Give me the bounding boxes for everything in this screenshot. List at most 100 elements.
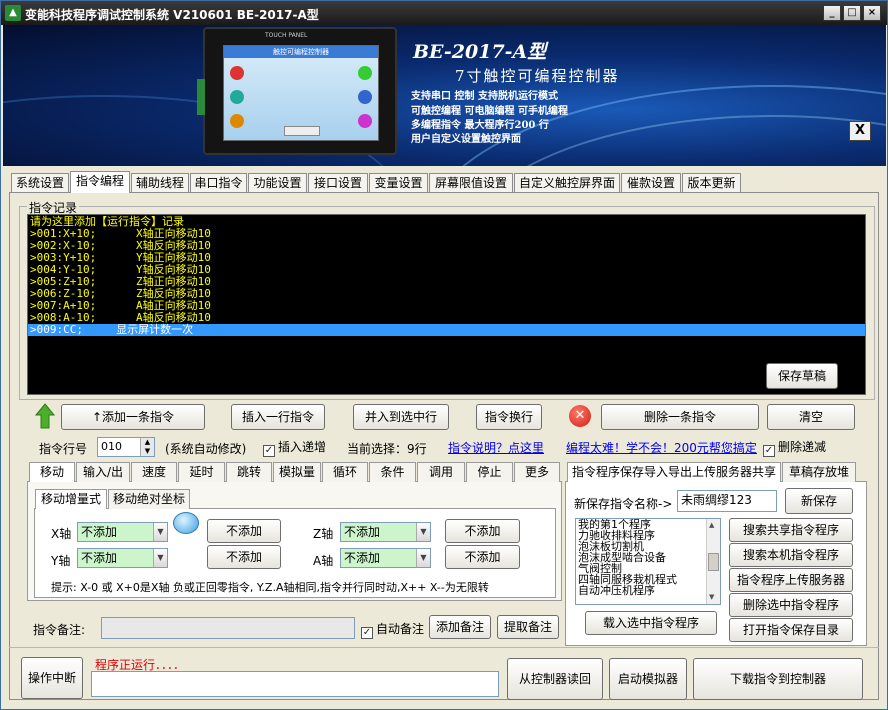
scroll-thumb[interactable]	[708, 553, 719, 571]
record-line-selected[interactable]: >009:CC; 显示屏计数一次	[28, 324, 865, 336]
z-axis-combo[interactable]: 不添加 ▼	[340, 522, 431, 542]
instruction-record-list[interactable]: 请为这里添加【运行指令】记录 >001:X+10; X轴正向移动10 >002:…	[27, 214, 866, 395]
tab-interface-settings[interactable]: 接口设置	[308, 173, 368, 193]
row-number-spinner[interactable]: 010 ▲ ▼	[97, 437, 155, 457]
z-axis-label: Z轴	[313, 527, 334, 541]
saved-program-list[interactable]: 我的第1个程序 力驰收排料程序 泡沫板切割机 泡沫成型啮合设备 气阀控制 四轴同…	[575, 518, 721, 605]
z-axis-button[interactable]: 不添加	[445, 519, 520, 543]
new-save-name-input[interactable]: 未雨绸缪123	[677, 490, 777, 512]
app-icon: ▲	[5, 5, 21, 21]
checkbox-checked-icon: ✓	[263, 445, 275, 457]
tab-program-save-share[interactable]: 指令程序保存导入导出上传服务器共享	[567, 462, 781, 482]
device-button-icon	[358, 66, 372, 80]
tab-payment-settings[interactable]: 催款设置	[621, 173, 681, 193]
cmd-tab-loop[interactable]: 循环	[322, 462, 368, 482]
wrap-instruction-button[interactable]: 指令换行	[476, 404, 542, 430]
device-button-icon	[358, 114, 372, 128]
x-axis-button[interactable]: 不添加	[207, 519, 281, 543]
scroll-up-icon[interactable]: ▲	[709, 521, 714, 529]
note-input[interactable]	[101, 617, 355, 639]
insert-line-button[interactable]: 插入一行指令	[231, 404, 325, 430]
subtab-absolute-move[interactable]: 移动绝对坐标	[108, 489, 190, 509]
clear-button[interactable]: 清空	[767, 404, 855, 430]
x-axis-combo[interactable]: 不添加 ▼	[77, 522, 168, 542]
interrupt-button[interactable]: 操作中断	[21, 657, 83, 699]
move-hint: 提示: X-0 或 X+0是X轴 负或正回零指令, Y.Z.A轴相同,指令并行同…	[51, 581, 489, 594]
tab-screen-limit-settings[interactable]: 屏幕限值设置	[429, 173, 513, 193]
start-simulator-button[interactable]: 启动模拟器	[609, 658, 687, 700]
add-instruction-button[interactable]: ↑添加一条指令	[61, 404, 205, 430]
list-item[interactable]: 自动冲压机程序	[576, 585, 720, 596]
add-instruction-label: 添加一条指令	[102, 410, 175, 424]
delete-decrement-checkbox[interactable]: ✓ 删除递减	[763, 440, 826, 457]
cmd-tab-io[interactable]: 输入/出	[76, 462, 130, 482]
merge-selected-button[interactable]: 并入到选中行	[353, 404, 449, 430]
tab-version-update[interactable]: 版本更新	[682, 173, 741, 193]
delete-selected-program-button[interactable]: 删除选中指令程序	[729, 593, 853, 617]
read-from-controller-button[interactable]: 从控制器读回	[507, 658, 603, 700]
maximize-button[interactable]: □	[843, 5, 861, 21]
cmd-tab-stop[interactable]: 停止	[466, 462, 513, 482]
cmd-tab-move[interactable]: 移动	[29, 462, 75, 482]
tab-serial-commands[interactable]: 串口指令	[190, 173, 247, 193]
download-to-controller-button[interactable]: 下载指令到控制器	[693, 658, 863, 700]
banner-close-button[interactable]: X	[849, 121, 871, 141]
dropdown-arrow-icon[interactable]: ▼	[153, 523, 167, 541]
tab-variable-settings[interactable]: 变量设置	[369, 173, 428, 193]
tab-instruction-programming[interactable]: 指令编程	[70, 171, 130, 193]
device-button-icon	[358, 90, 372, 104]
tab-draft-stack[interactable]: 草稿存放堆	[782, 462, 856, 482]
device-screen: 触控可编程控制器	[223, 45, 379, 141]
new-save-button[interactable]: 新保存	[785, 488, 853, 514]
dropdown-arrow-icon[interactable]: ▼	[153, 549, 167, 567]
save-draft-button[interactable]: 保存草稿	[766, 363, 838, 389]
banner-feature: 多编程指令 最大程序行200 行	[411, 120, 549, 131]
cmd-tab-condition[interactable]: 条件	[369, 462, 416, 482]
red-delete-icon: ✕	[569, 405, 591, 427]
auto-note-checkbox[interactable]: ✓ 自动备注	[361, 622, 424, 639]
cmd-tab-speed[interactable]: 速度	[131, 462, 177, 482]
z-axis-combo-value: 不添加	[344, 525, 381, 539]
a-axis-label: A轴	[313, 554, 334, 568]
cmd-tab-more[interactable]: 更多	[514, 462, 560, 482]
device-connector	[197, 79, 205, 115]
cmd-tab-call[interactable]: 调用	[417, 462, 465, 482]
instruction-help-link[interactable]: 指令说明？点这里	[448, 439, 544, 456]
paid-help-link[interactable]: 编程太难！学不会！200元帮您搞定	[566, 439, 757, 456]
y-axis-button[interactable]: 不添加	[207, 545, 281, 569]
banner-feature: 支持串口 控制 支持脱机运行模式	[411, 91, 558, 102]
extract-note-button[interactable]: 提取备注	[497, 615, 559, 639]
cmd-tab-delay[interactable]: 延时	[178, 462, 225, 482]
search-local-programs-button[interactable]: 搜索本机指令程序	[729, 543, 853, 567]
insert-increment-checkbox[interactable]: ✓ 插入递增	[263, 440, 326, 457]
dropdown-arrow-icon[interactable]: ▼	[416, 549, 430, 567]
note-label: 指令备注:	[33, 623, 86, 637]
dropdown-arrow-icon[interactable]: ▼	[416, 523, 430, 541]
close-window-button[interactable]: ×	[863, 5, 881, 21]
tab-aux-thread[interactable]: 辅助线程	[131, 173, 189, 193]
list-scrollbar[interactable]: ▲ ▼	[706, 519, 720, 604]
a-axis-combo[interactable]: 不添加 ▼	[340, 548, 431, 568]
cmd-tab-analog[interactable]: 模拟量	[273, 462, 321, 482]
subtab-incremental-move[interactable]: 移动增量式	[35, 489, 107, 509]
device-screen-title: 触控可编程控制器	[224, 46, 378, 58]
minimize-button[interactable]: _	[823, 5, 841, 21]
upload-program-button[interactable]: 指令程序上传服务器	[729, 568, 853, 592]
tab-system-settings[interactable]: 系统设置	[11, 173, 69, 193]
cmd-tab-jump[interactable]: 跳转	[226, 462, 272, 482]
device-button-icon	[230, 114, 244, 128]
device-button-icon	[230, 66, 244, 80]
open-save-directory-button[interactable]: 打开指令保存目录	[729, 618, 853, 642]
tab-function-settings[interactable]: 功能设置	[248, 173, 307, 193]
add-note-button[interactable]: 添加备注	[429, 615, 491, 639]
y-axis-combo[interactable]: 不添加 ▼	[77, 548, 168, 568]
row-number-label: 指令行号	[39, 442, 88, 456]
spinner-arrows-icon[interactable]: ▲ ▼	[140, 438, 154, 456]
search-shared-programs-button[interactable]: 搜索共享指令程序	[729, 518, 853, 542]
delete-instruction-button[interactable]: 删除一条指令	[601, 404, 759, 430]
a-axis-button[interactable]: 不添加	[445, 545, 520, 569]
scroll-down-icon[interactable]: ▼	[709, 593, 714, 601]
load-selected-program-button[interactable]: 载入选中指令程序	[585, 611, 717, 635]
tab-custom-touch-screen[interactable]: 自定义触控屏界面	[514, 173, 620, 193]
device-button-icon	[230, 90, 244, 104]
